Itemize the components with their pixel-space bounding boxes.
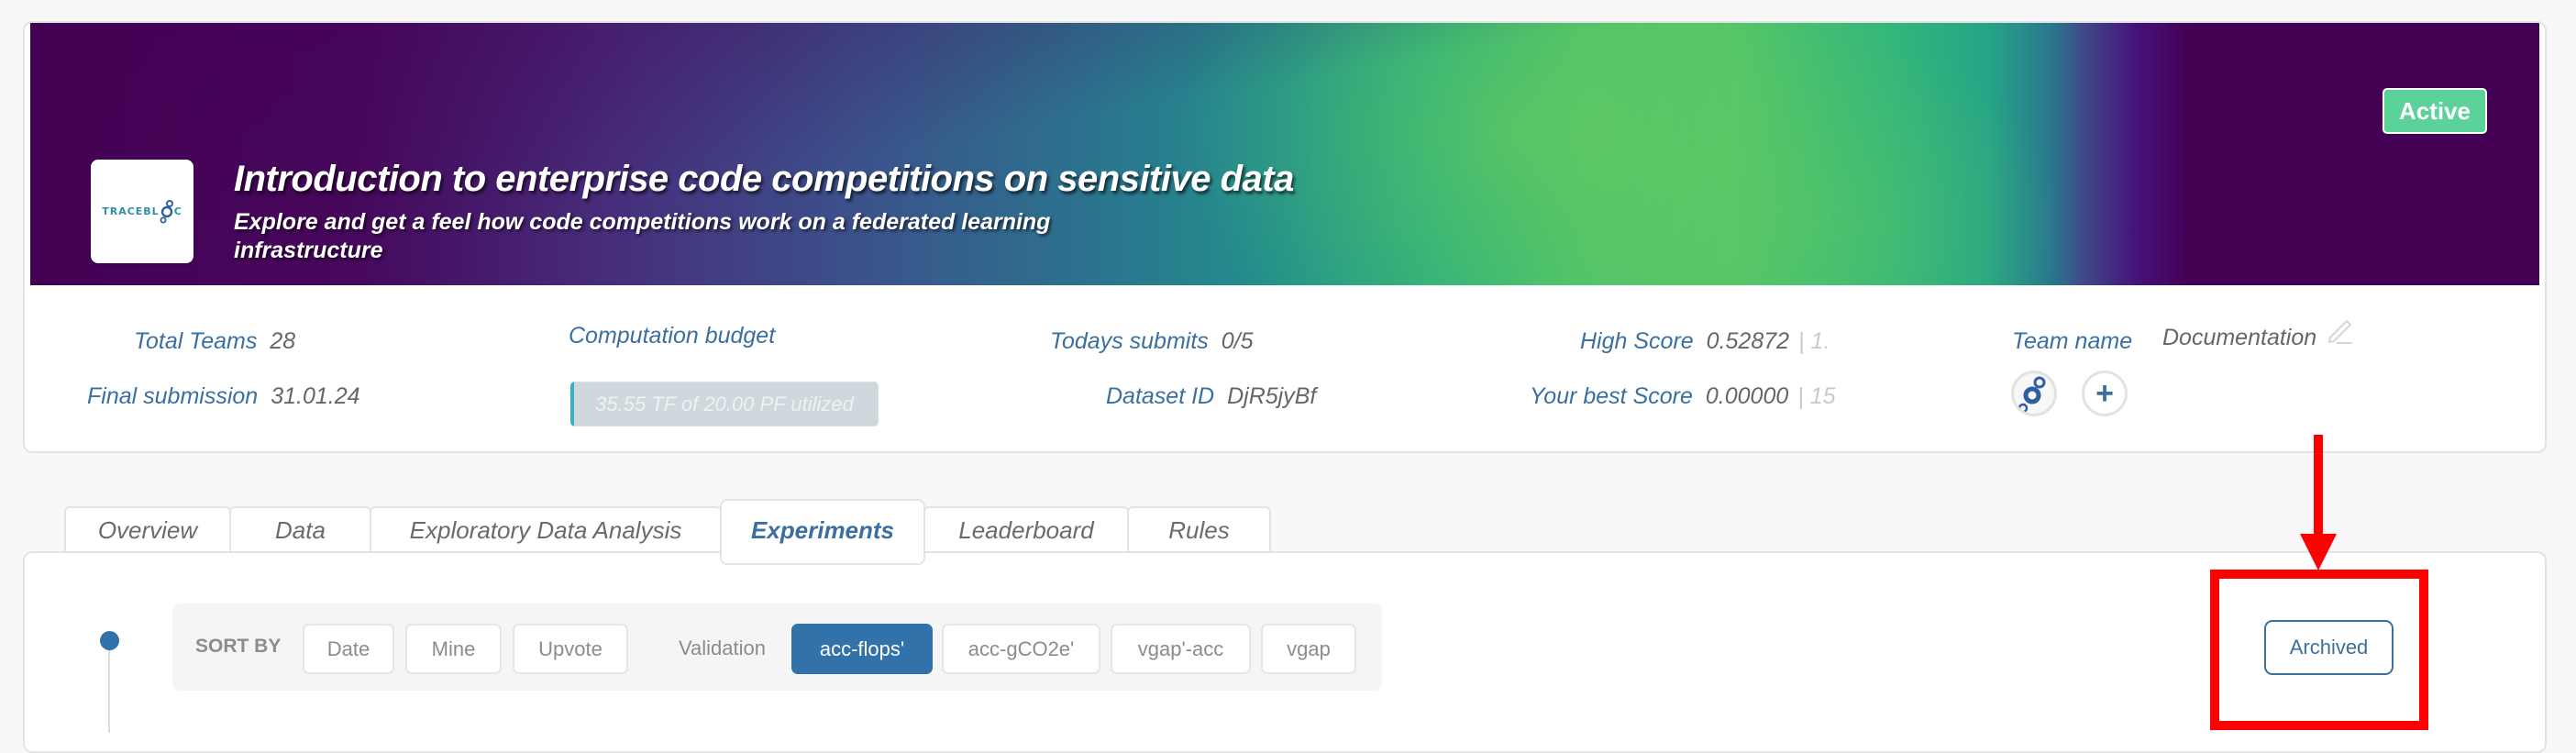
team-member-avatar[interactable] (2011, 371, 2057, 416)
stat-todays-submits: Todays submits 0/5 (1050, 328, 1254, 354)
stat-high-score: High Score 0.52872 | 1. (1580, 328, 1830, 354)
validation-vgap-acc-button[interactable]: vgap'-acc (1111, 624, 1251, 674)
validation-label: Validation (679, 637, 766, 659)
stat-final-submission: Final submission 31.01.24 (87, 383, 360, 409)
timeline-line (108, 650, 110, 733)
pencil-icon[interactable] (2325, 314, 2356, 345)
team-name-value: Documentation (2162, 325, 2317, 350)
tab-experiments[interactable]: Experiments (720, 499, 925, 565)
timeline-dot (100, 631, 119, 650)
validation-vgap-button[interactable]: vgap (1261, 624, 1356, 674)
validation-acc-flops-button[interactable]: acc-flops' (791, 624, 933, 674)
tracebloc-logo: TRACEBL C (102, 199, 182, 224)
stat-your-best-score: Your best Score 0.00000 | 15 (1530, 383, 1836, 409)
stat-computation-budget-label: Computation budget (569, 323, 776, 349)
team-avatar-logo-icon (2018, 376, 2046, 414)
sort-upvote-button[interactable]: Upvote (513, 624, 628, 674)
annotation-arrow-icon (2300, 435, 2337, 570)
sort-date-button[interactable]: Date (303, 624, 394, 674)
computation-budget-text: 35.55 TF of 20.00 PF utilized (595, 392, 854, 415)
stat-total-teams: Total Teams 28 (134, 328, 296, 354)
tab-leaderboard[interactable]: Leaderboard (923, 506, 1129, 552)
sort-by-label: SORT BY (195, 636, 282, 657)
sort-mine-button[interactable]: Mine (405, 624, 502, 674)
tab-exploratory-data-analysis[interactable]: Exploratory Data Analysis (370, 506, 722, 552)
validation-acc-gco2e-button[interactable]: acc-gCO2e' (942, 624, 1100, 674)
annotation-highlight-box (2210, 570, 2428, 730)
tab-overview[interactable]: Overview (64, 506, 231, 552)
competition-subtitle: Explore and get a feel how code competit… (234, 209, 1051, 263)
plus-icon: + (2095, 375, 2114, 411)
status-badge: Active (2383, 88, 2487, 134)
stat-dataset-id: Dataset ID DjR5jyBf (1106, 383, 1317, 409)
add-team-member-button[interactable]: + (2082, 371, 2128, 416)
tab-data[interactable]: Data (229, 506, 371, 552)
stat-team-name-label: Team name (2012, 328, 2133, 354)
competition-title: Introduction to enterprise code competit… (234, 159, 1294, 199)
logo-rings-icon (160, 199, 173, 223)
competition-logo: TRACEBL C (91, 160, 193, 263)
computation-budget-bar: 35.55 TF of 20.00 PF utilized (570, 382, 879, 426)
competition-banner: TRACEBL C Introduction to enterprise cod… (30, 23, 2539, 285)
tab-rules[interactable]: Rules (1127, 506, 1271, 552)
